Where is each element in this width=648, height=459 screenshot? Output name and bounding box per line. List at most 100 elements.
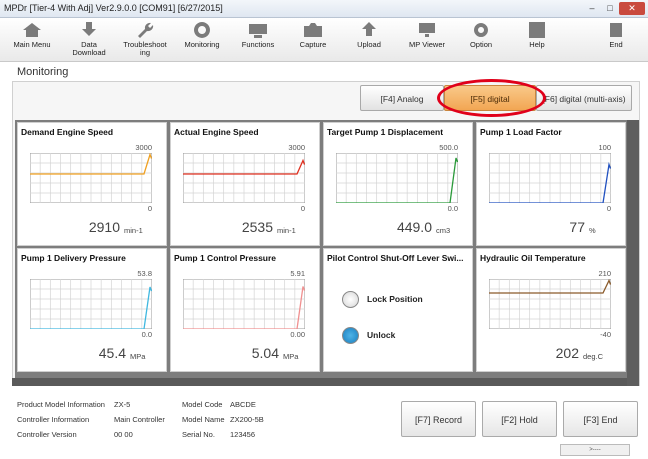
monitor-tile: Actual Engine Speed 3000 0 2535 min-1 bbox=[170, 122, 320, 246]
camera-icon bbox=[290, 20, 336, 40]
highlight-circle bbox=[437, 79, 546, 117]
toolbar-label: Capture bbox=[299, 40, 327, 49]
model-name-label: Model Name bbox=[182, 415, 225, 424]
monitor-icon bbox=[176, 20, 228, 40]
toolbar-button-main-menu[interactable]: Main Menu bbox=[6, 20, 58, 60]
product-model-value: ZX-5 bbox=[114, 400, 131, 409]
tile-title: Pump 1 Load Factor bbox=[480, 127, 562, 137]
chart-min-label: 0.0 bbox=[141, 330, 152, 339]
toolbar: Main Menu Data Download Troubleshoot ing Mo… bbox=[0, 18, 648, 62]
chart-min-label: 0 bbox=[606, 204, 611, 213]
tile-unit: MPa bbox=[283, 352, 299, 361]
toolbar-label: Functions bbox=[241, 40, 275, 49]
indicator-label: Lock Position bbox=[367, 294, 423, 304]
chart-min-label: -40 bbox=[600, 330, 611, 339]
toolbar-button-option[interactable]: Option bbox=[458, 20, 504, 60]
tile-value: 77 bbox=[569, 219, 585, 235]
lock-indicator-icon bbox=[342, 291, 359, 308]
page-title: Monitoring bbox=[17, 66, 69, 78]
minimize-button[interactable]: – bbox=[583, 2, 601, 15]
serial-value: 123456 bbox=[230, 430, 256, 439]
status-tab[interactable]: >---- bbox=[560, 444, 630, 456]
toolbar-button-help[interactable]: Help bbox=[514, 20, 560, 60]
wrench-icon bbox=[118, 20, 172, 40]
model-name-value: ZX200-5B bbox=[230, 415, 264, 424]
tile-value: 449.0 bbox=[396, 219, 432, 235]
trend-chart bbox=[336, 153, 458, 203]
controller-info-value: Main Controller bbox=[114, 415, 165, 424]
trend-chart bbox=[489, 153, 611, 203]
close-button[interactable]: ✕ bbox=[619, 2, 645, 15]
tile-unit: cm3 bbox=[436, 226, 451, 235]
chart-max-label: 53.8 bbox=[137, 269, 152, 278]
window-title: MPDr [Tier-4 With Adj] Ver2.9.0.0 [COM91… bbox=[4, 3, 223, 13]
upload-icon bbox=[346, 20, 392, 40]
product-model-label: Product Model Information bbox=[17, 400, 105, 409]
tile-title: Hydraulic Oil Temperature bbox=[480, 253, 586, 263]
toolbar-label: Monitoring bbox=[184, 40, 220, 49]
maximize-button[interactable]: □ bbox=[601, 2, 619, 15]
toolbar-button-upload[interactable]: Upload bbox=[346, 20, 392, 60]
toolbar-button-troubleshoot-ing[interactable]: Troubleshoot ing bbox=[118, 20, 172, 60]
serial-label: Serial No. bbox=[182, 430, 215, 439]
tile-unit: % bbox=[589, 226, 596, 235]
unlock-indicator-icon bbox=[342, 327, 359, 344]
trend-chart bbox=[30, 279, 152, 329]
toolbar-button-mp-viewer[interactable]: MP Viewer bbox=[402, 20, 452, 60]
tile-unit: MPa bbox=[130, 352, 146, 361]
chart-min-label: 0 bbox=[300, 204, 305, 213]
tile-title: Pump 1 Control Pressure bbox=[174, 253, 277, 263]
tile-title: Demand Engine Speed bbox=[21, 127, 114, 137]
toolbar-button-end[interactable]: End bbox=[594, 20, 638, 60]
functions-icon bbox=[233, 20, 283, 40]
chart-min-label: 0 bbox=[147, 204, 152, 213]
monitor-tile: Pump 1 Delivery Pressure 53.8 0.0 45.4 MPa bbox=[17, 248, 167, 372]
toolbar-button-functions[interactable]: Functions bbox=[233, 20, 283, 60]
toolbar-button-capture[interactable]: Capture bbox=[290, 20, 336, 60]
monitor-tile: Hydraulic Oil Temperature 210 -40 202 deg.C bbox=[476, 248, 626, 372]
toolbar-button-data-download[interactable]: Data Download bbox=[66, 20, 112, 60]
page-header: Monitoring bbox=[12, 65, 632, 82]
chart-max-label: 210 bbox=[598, 269, 611, 278]
record-button[interactable]: [F7] Record bbox=[401, 401, 476, 437]
product-info: Product Model Information ZX-5 Controlle… bbox=[12, 392, 412, 444]
tile-value: 202 bbox=[555, 345, 579, 361]
tile-value: 2910 bbox=[88, 219, 120, 235]
controller-info-label: Controller Information bbox=[17, 415, 90, 424]
download-icon bbox=[66, 20, 112, 40]
chart-max-label: 3000 bbox=[135, 143, 152, 152]
chart-max-label: 100 bbox=[598, 143, 611, 152]
toolbar-label: Option bbox=[469, 40, 493, 49]
toolbar-label: Data Download bbox=[72, 40, 106, 57]
indicator-label: Unlock bbox=[367, 330, 396, 340]
monitor-tile: Demand Engine Speed 3000 0 2910 min-1 bbox=[17, 122, 167, 246]
hold-button[interactable]: [F2] Hold bbox=[482, 401, 557, 437]
tile-title: Target Pump 1 Displacement bbox=[327, 127, 444, 137]
tab-analog[interactable]: [F4] Analog bbox=[360, 85, 444, 111]
tile-title: Pilot Control Shut-Off Lever Swi... bbox=[327, 253, 464, 263]
controller-version-label: Controller Version bbox=[17, 430, 77, 439]
toolbar-label: Help bbox=[529, 40, 545, 49]
toolbar-label: Upload bbox=[357, 40, 381, 49]
end-button[interactable]: [F3] End bbox=[563, 401, 638, 437]
help-icon bbox=[514, 20, 560, 40]
tile-title: Pump 1 Delivery Pressure bbox=[21, 253, 126, 263]
gear-icon bbox=[458, 20, 504, 40]
chart-min-label: 0.0 bbox=[447, 204, 458, 213]
tab-digital-multi-axis[interactable]: [F6] digital (multi-axis) bbox=[536, 85, 632, 111]
toolbar-label: Main Menu bbox=[13, 40, 51, 49]
model-code-label: Model Code bbox=[182, 400, 223, 409]
controller-version-value: 00 00 bbox=[114, 430, 133, 439]
chart-max-label: 3000 bbox=[288, 143, 305, 152]
horizontal-scrollbar[interactable] bbox=[12, 378, 627, 386]
power-icon bbox=[594, 20, 638, 40]
toolbar-button-monitoring[interactable]: Monitoring bbox=[176, 20, 228, 60]
tile-value: 45.4 bbox=[98, 345, 126, 361]
scrollbar[interactable] bbox=[627, 120, 639, 386]
trend-chart bbox=[30, 153, 152, 203]
tile-unit: deg.C bbox=[583, 352, 604, 361]
monitor-tile: Pump 1 Control Pressure 5.91 0.00 5.04 MPa bbox=[170, 248, 320, 372]
tile-value: 2535 bbox=[241, 219, 273, 235]
chart-max-label: 5.91 bbox=[290, 269, 305, 278]
chart-max-label: 500.0 bbox=[439, 143, 458, 152]
